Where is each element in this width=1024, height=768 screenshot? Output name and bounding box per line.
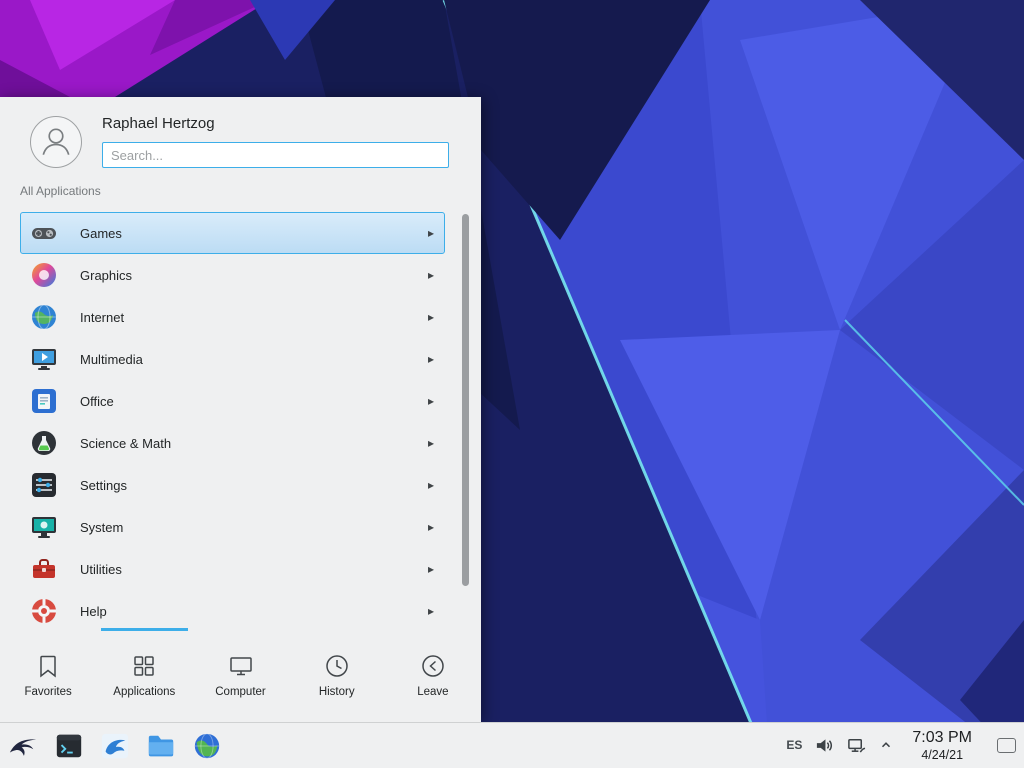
expand-tray-icon[interactable] <box>879 738 893 752</box>
chevron-right-icon: ▸ <box>428 226 434 240</box>
user-avatar <box>30 116 82 168</box>
application-category-list: Games ▸ Graphics ▸ <box>0 204 481 628</box>
gamepad-icon <box>30 219 58 247</box>
system-tray: ES 7:03 PM 4/24/21 <box>786 729 1016 762</box>
chevron-right-icon: ▸ <box>428 562 434 576</box>
utilities-icon <box>30 555 58 583</box>
bookmark-icon <box>35 653 61 679</box>
tab-label: Favorites <box>24 686 71 698</box>
tab-label: Leave <box>417 686 448 698</box>
chevron-right-icon: ▸ <box>428 436 434 450</box>
grid-icon <box>131 653 157 679</box>
multimedia-icon <box>30 345 58 373</box>
person-icon <box>34 120 78 164</box>
category-row-science-math[interactable]: Science & Math ▸ <box>20 422 445 464</box>
launcher-tabbar: Favorites Applications Computer History <box>0 628 481 722</box>
tab-label: Applications <box>113 686 175 698</box>
chevron-right-icon: ▸ <box>428 478 434 492</box>
chevron-right-icon: ▸ <box>428 352 434 366</box>
digital-clock[interactable]: 7:03 PM 4/24/21 <box>912 729 972 762</box>
show-desktop-button[interactable] <box>997 738 1016 753</box>
clock-time: 7:03 PM <box>912 729 972 747</box>
office-icon <box>30 387 58 415</box>
category-label: Internet <box>80 310 124 325</box>
category-label: System <box>80 520 123 535</box>
user-name: Raphael Hertzog <box>102 115 449 132</box>
help-icon <box>30 597 58 625</box>
section-label: All Applications <box>0 184 481 198</box>
clock-date: 4/24/21 <box>912 748 972 762</box>
application-launcher: Raphael Hertzog All Applications Games ▸ <box>0 97 481 722</box>
taskbar-launchers <box>7 730 223 762</box>
tab-applications[interactable]: Applications <box>96 628 192 722</box>
category-row-system[interactable]: System ▸ <box>20 506 445 548</box>
file-manager-icon[interactable] <box>99 730 131 762</box>
category-row-internet[interactable]: Internet ▸ <box>20 296 445 338</box>
chevron-right-icon: ▸ <box>428 520 434 534</box>
category-label: Settings <box>80 478 127 493</box>
list-scrollbar[interactable] <box>462 214 469 586</box>
chevron-right-icon: ▸ <box>428 268 434 282</box>
active-tab-indicator <box>101 628 188 631</box>
category-row-settings[interactable]: Settings ▸ <box>20 464 445 506</box>
user-block: Raphael Hertzog <box>102 115 449 168</box>
tab-leave[interactable]: Leave <box>385 628 481 722</box>
category-label: Games <box>80 226 122 241</box>
search-input[interactable] <box>102 142 449 168</box>
category-row-office[interactable]: Office ▸ <box>20 380 445 422</box>
tab-label: History <box>319 686 355 698</box>
category-row-multimedia[interactable]: Multimedia ▸ <box>20 338 445 380</box>
category-row-utilities[interactable]: Utilities ▸ <box>20 548 445 590</box>
chevron-right-icon: ▸ <box>428 394 434 408</box>
folder-icon[interactable] <box>145 730 177 762</box>
category-row-graphics[interactable]: Graphics ▸ <box>20 254 445 296</box>
chevron-right-icon: ▸ <box>428 310 434 324</box>
system-icon <box>30 513 58 541</box>
graphics-icon <box>30 261 58 289</box>
category-label: Multimedia <box>80 352 143 367</box>
network-icon[interactable] <box>847 736 866 755</box>
monitor-icon <box>228 653 254 679</box>
clock-icon <box>324 653 350 679</box>
leave-icon <box>420 653 446 679</box>
volume-icon[interactable] <box>815 736 834 755</box>
science-icon <box>30 429 58 457</box>
category-label: Graphics <box>80 268 132 283</box>
category-label: Office <box>80 394 114 409</box>
tab-history[interactable]: History <box>289 628 385 722</box>
browser-globe-icon[interactable] <box>191 730 223 762</box>
keyboard-layout-indicator[interactable]: ES <box>786 738 802 752</box>
launcher-header: Raphael Hertzog <box>0 97 481 180</box>
settings-icon <box>30 471 58 499</box>
kali-logo-icon[interactable] <box>7 730 39 762</box>
category-row-help[interactable]: Help ▸ <box>20 590 445 628</box>
tab-computer[interactable]: Computer <box>192 628 288 722</box>
tab-label: Computer <box>215 686 266 698</box>
category-row-games[interactable]: Games ▸ <box>20 212 445 254</box>
category-label: Science & Math <box>80 436 171 451</box>
chevron-right-icon: ▸ <box>428 604 434 618</box>
taskbar: ES 7:03 PM 4/24/21 <box>0 722 1024 768</box>
terminal-icon[interactable] <box>53 730 85 762</box>
category-label: Help <box>80 604 107 619</box>
tab-favorites[interactable]: Favorites <box>0 628 96 722</box>
category-label: Utilities <box>80 562 122 577</box>
globe-icon <box>30 303 58 331</box>
